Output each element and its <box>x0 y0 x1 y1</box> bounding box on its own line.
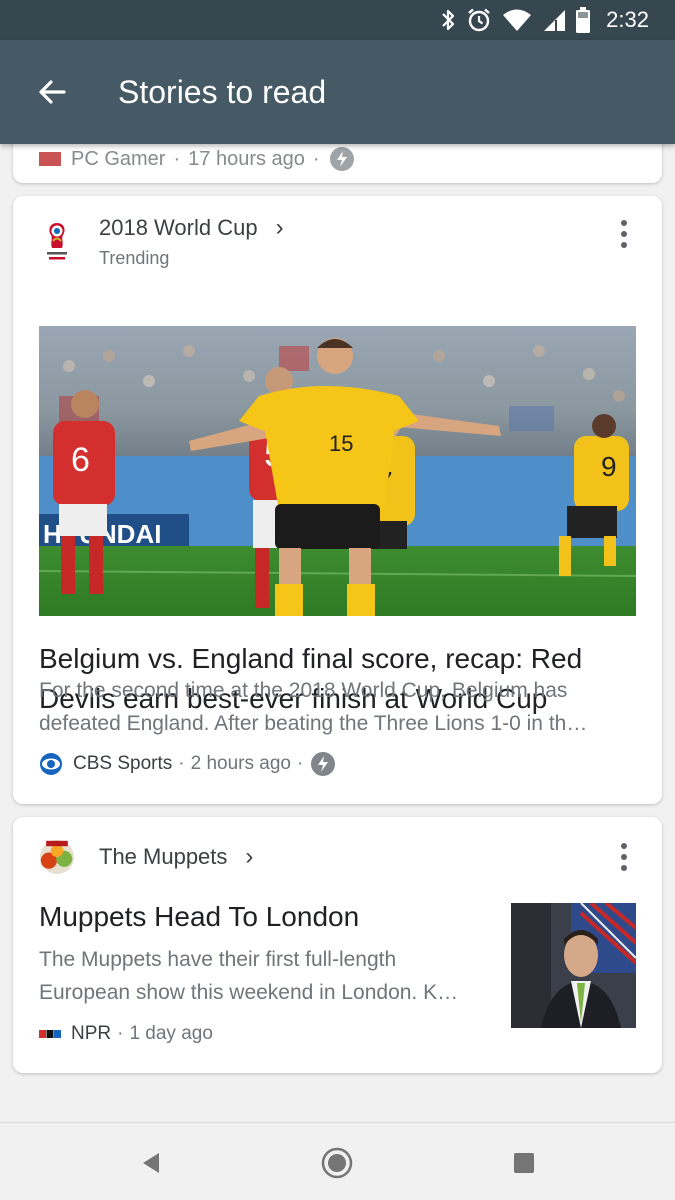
topic-link[interactable]: The Muppets › <box>99 843 253 871</box>
system-nav-bar <box>0 1122 675 1200</box>
more-vert-icon <box>621 843 627 849</box>
nav-back-button[interactable] <box>133 1145 169 1181</box>
page-title: Stories to read <box>118 74 327 110</box>
alarm-icon <box>468 8 490 32</box>
story-feed[interactable]: PC Gamer · 17 hours ago · 2018 World Cup… <box>0 144 675 1122</box>
signal-icon <box>544 10 566 31</box>
separator: · <box>173 147 181 170</box>
svg-text:6: 6 <box>71 441 90 479</box>
story-snippet: For the second time at the 2018 World Cu… <box>39 679 588 735</box>
story-card-world-cup[interactable]: 2018 World Cup › Trending 6 9 15 Belgium… <box>13 196 662 804</box>
square-recents-icon <box>514 1153 534 1173</box>
chevron-right-icon: › <box>275 214 284 241</box>
status-icons: 2:32 <box>440 6 649 34</box>
previous-source-name: PC Gamer <box>71 147 166 170</box>
world-cup-logo-icon <box>39 222 75 262</box>
previous-story-time: 17 hours ago <box>188 147 305 170</box>
cbs-eye-logo-icon <box>40 753 62 775</box>
topic-name: 2018 World Cup <box>99 215 258 240</box>
story-card-muppets[interactable]: The Muppets › Muppets Head To London The… <box>13 817 662 1073</box>
separator: · <box>296 753 304 774</box>
pc-gamer-logo <box>39 152 61 166</box>
separator: · <box>178 753 185 774</box>
chevron-right-icon: › <box>245 843 254 870</box>
topic-subtitle: Trending <box>99 248 170 268</box>
nav-home-button[interactable] <box>319 1145 355 1181</box>
story-thumbnail[interactable] <box>511 903 636 1028</box>
previous-story-source: PC Gamer · 17 hours ago · <box>39 147 354 171</box>
more-vert-icon <box>621 220 627 226</box>
topic-link[interactable]: 2018 World Cup › <box>99 214 284 242</box>
battery-icon <box>576 7 591 33</box>
story-time: 2 hours ago <box>190 753 291 774</box>
circle-home-icon <box>321 1147 353 1179</box>
svg-text:15: 15 <box>329 431 353 456</box>
muppets-logo-icon <box>39 837 75 877</box>
more-options-button[interactable] <box>612 214 636 254</box>
story-time: 1 day ago <box>129 1023 213 1044</box>
topic-header: The Muppets › <box>39 837 253 877</box>
source-name: NPR <box>71 1023 112 1044</box>
app-bar: Stories to read <box>0 40 675 144</box>
amp-lightning-icon <box>329 147 354 171</box>
bluetooth-icon <box>442 9 455 31</box>
arrow-left-icon <box>39 80 66 104</box>
status-bar: 2:32 <box>0 0 675 40</box>
more-options-button[interactable] <box>612 837 636 877</box>
back-button[interactable] <box>30 70 74 114</box>
nav-recents-button[interactable] <box>506 1145 542 1181</box>
separator: · <box>312 147 320 170</box>
story-source: NPR · 1 day ago <box>39 1023 213 1045</box>
wifi-icon <box>503 9 532 31</box>
previous-story-card[interactable]: PC Gamer · 17 hours ago · <box>13 144 662 183</box>
topic-header: 2018 World Cup › Trending <box>39 214 284 269</box>
amp-lightning-icon <box>311 752 336 776</box>
status-time: 2:32 <box>606 7 649 32</box>
separator: · <box>117 1023 124 1044</box>
triangle-back-icon <box>143 1153 159 1173</box>
story-image[interactable]: HYUNDAI 6 <box>39 326 636 616</box>
story-snippet: The Muppets have their first full-length… <box>39 948 459 1004</box>
npr-logo-icon <box>39 1030 61 1038</box>
svg-text:9: 9 <box>601 451 617 482</box>
story-source: CBS Sports · 2 hours ago · <box>39 752 336 776</box>
story-headline[interactable]: Muppets Head To London <box>39 897 359 937</box>
source-name: CBS Sports <box>73 753 173 774</box>
topic-name: The Muppets <box>99 844 228 869</box>
